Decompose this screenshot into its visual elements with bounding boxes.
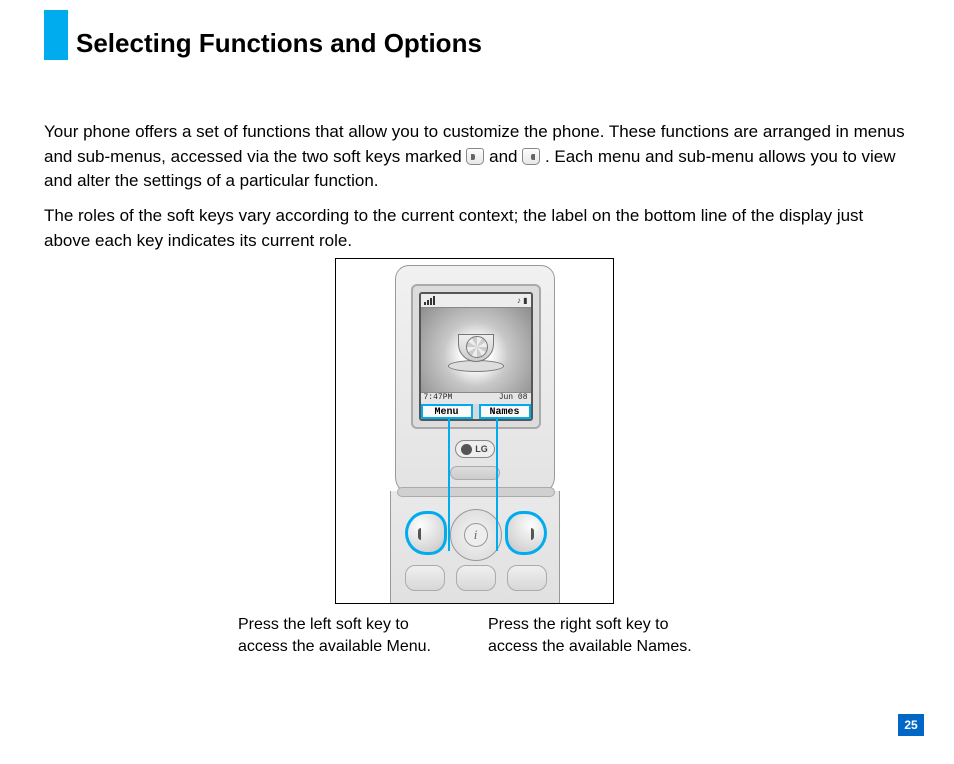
paragraph-2: The roles of the soft keys vary accordin… [44, 204, 910, 253]
callout-line-left [448, 419, 450, 551]
callout-line-right [496, 419, 498, 551]
figure-captions: Press the left soft key to access the av… [238, 614, 718, 659]
earpiece-speaker [450, 466, 500, 480]
wallpaper-image [421, 308, 531, 392]
screen-bezel: ♪ ▮ 7:47PM Jun 08 Menu [411, 284, 541, 429]
phone-illustration-frame: ♪ ▮ 7:47PM Jun 08 Menu [335, 258, 614, 604]
lg-logo: LG [455, 440, 495, 458]
phone-illustration: ♪ ▮ 7:47PM Jun 08 Menu [390, 265, 560, 604]
caption-left-softkey: Press the left soft key to access the av… [238, 614, 448, 659]
paragraph-1-b: and [489, 147, 522, 166]
softkey-label-names: Names [479, 404, 531, 419]
keypad-area: i [401, 505, 551, 604]
softkey-label-row: Menu Names [421, 404, 531, 419]
paragraph-1: Your phone offers a set of functions tha… [44, 120, 910, 194]
left-softkey-button [405, 511, 447, 555]
phone-screen: ♪ ▮ 7:47PM Jun 08 Menu [419, 292, 533, 421]
phone-flip-bottom: i [390, 491, 560, 604]
status-right-icons: ♪ ▮ [517, 296, 528, 305]
navigation-pad: i [450, 509, 502, 561]
right-softkey-icon [522, 148, 540, 165]
signal-icon [424, 296, 435, 305]
caption-right-softkey: Press the right soft key to access the a… [488, 614, 698, 659]
status-bar: ♪ ▮ [421, 294, 531, 308]
nav-center-icon: i [474, 527, 478, 543]
send-key [405, 565, 445, 591]
softkey-label-menu: Menu [421, 404, 473, 419]
left-softkey-icon [466, 148, 484, 165]
phone-hinge [397, 487, 555, 497]
teacup-icon [448, 332, 504, 372]
header-accent-block [44, 10, 68, 60]
date-label: Jun 08 [499, 393, 528, 404]
lg-logo-text: LG [475, 444, 488, 454]
time-label: 7:47PM [424, 393, 453, 404]
time-date-row: 7:47PM Jun 08 [421, 392, 531, 404]
right-softkey-button [505, 511, 547, 555]
lg-logo-circle [461, 444, 472, 455]
page-title: Selecting Functions and Options [76, 28, 482, 59]
end-key [507, 565, 547, 591]
clear-key [456, 565, 496, 591]
body-text: Your phone offers a set of functions tha… [44, 120, 910, 263]
page-number: 25 [898, 714, 924, 736]
phone-flip-top: ♪ ▮ 7:47PM Jun 08 Menu [395, 265, 555, 495]
